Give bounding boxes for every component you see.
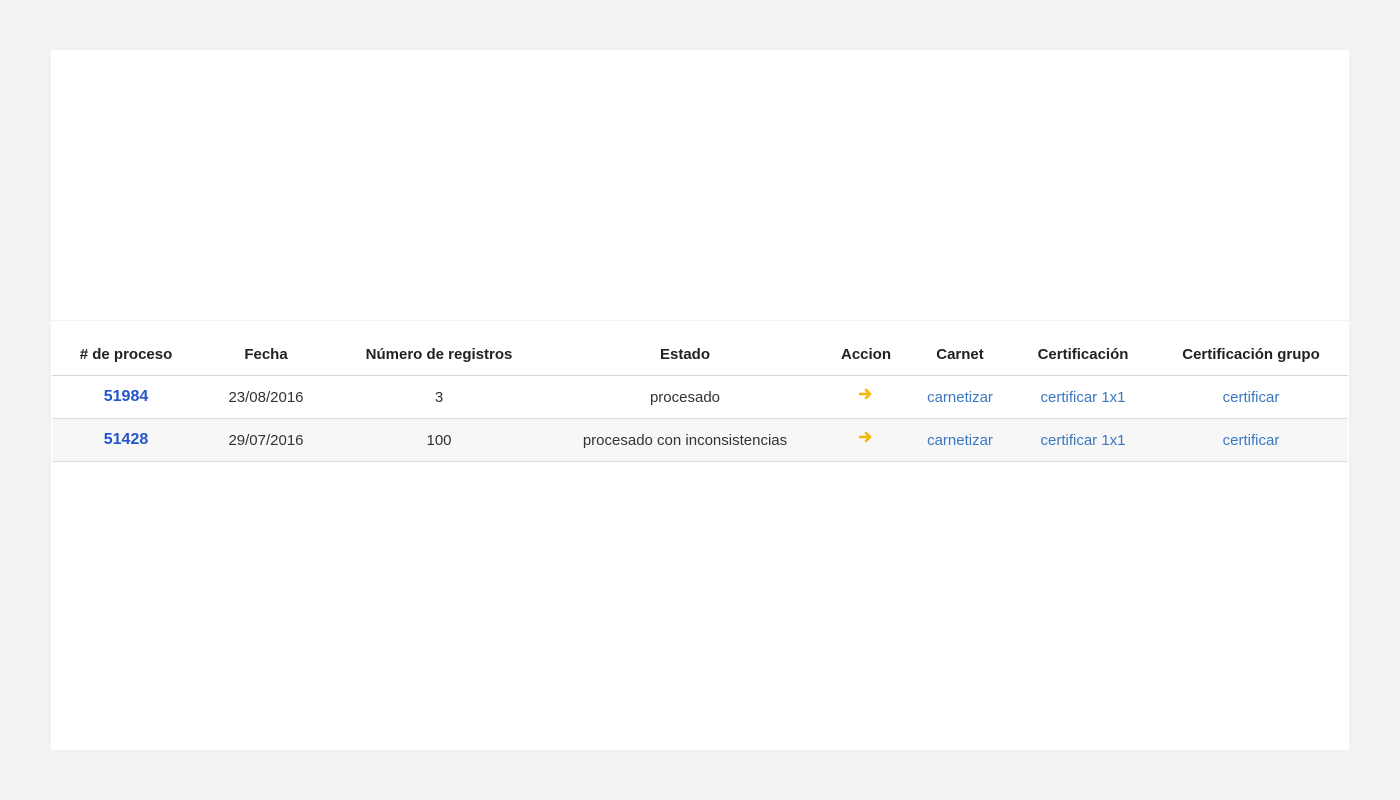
certificar-link[interactable]: certificar: [1223, 432, 1280, 449]
cell-records: 100: [332, 418, 546, 462]
cell-date: 23/08/2016: [200, 375, 332, 419]
certificar-1x1-link[interactable]: certificar 1x1: [1040, 432, 1125, 449]
cell-records: 3: [332, 375, 546, 419]
content-panel: # de proceso Fecha Número de registros E…: [51, 50, 1349, 750]
cell-carnet: carnetizar: [908, 418, 1012, 462]
header-certification: Certificación: [1012, 334, 1154, 376]
carnetizar-link[interactable]: carnetizar: [927, 432, 993, 449]
cell-action: [824, 418, 908, 462]
header-carnet: Carnet: [908, 334, 1012, 376]
cell-action: [824, 375, 908, 419]
cell-certification: certificar 1x1: [1012, 418, 1154, 462]
arrow-right-icon[interactable]: [858, 430, 873, 447]
certificar-link[interactable]: certificar: [1223, 389, 1280, 406]
table-row: 51428 29/07/2016 100 procesado con incon…: [52, 418, 1348, 462]
cell-group-certification: certificar: [1154, 375, 1348, 419]
header-action: Accion: [824, 334, 908, 376]
cell-certification: certificar 1x1: [1012, 375, 1154, 419]
header-date: Fecha: [200, 334, 332, 376]
arrow-right-icon[interactable]: [858, 387, 873, 404]
process-id-link[interactable]: 51428: [104, 431, 149, 448]
carnetizar-link[interactable]: carnetizar: [927, 389, 993, 406]
table-header-row: # de proceso Fecha Número de registros E…: [52, 334, 1348, 376]
header-status: Estado: [546, 334, 824, 376]
table-row: 51984 23/08/2016 3 procesado carnetizar: [52, 375, 1348, 419]
cell-status: procesado con inconsistencias: [546, 418, 824, 462]
cell-status: procesado: [546, 375, 824, 419]
cell-carnet: carnetizar: [908, 375, 1012, 419]
header-group-certification: Certificación grupo: [1154, 334, 1348, 376]
header-records: Número de registros: [332, 334, 546, 376]
cell-process: 51984: [52, 375, 200, 419]
cell-process: 51428: [52, 418, 200, 462]
cell-group-certification: certificar: [1154, 418, 1348, 462]
process-id-link[interactable]: 51984: [104, 388, 149, 405]
header-process: # de proceso: [52, 334, 200, 376]
certificar-1x1-link[interactable]: certificar 1x1: [1040, 389, 1125, 406]
divider: [51, 320, 1349, 321]
cell-date: 29/07/2016: [200, 418, 332, 462]
process-table: # de proceso Fecha Número de registros E…: [52, 334, 1348, 462]
